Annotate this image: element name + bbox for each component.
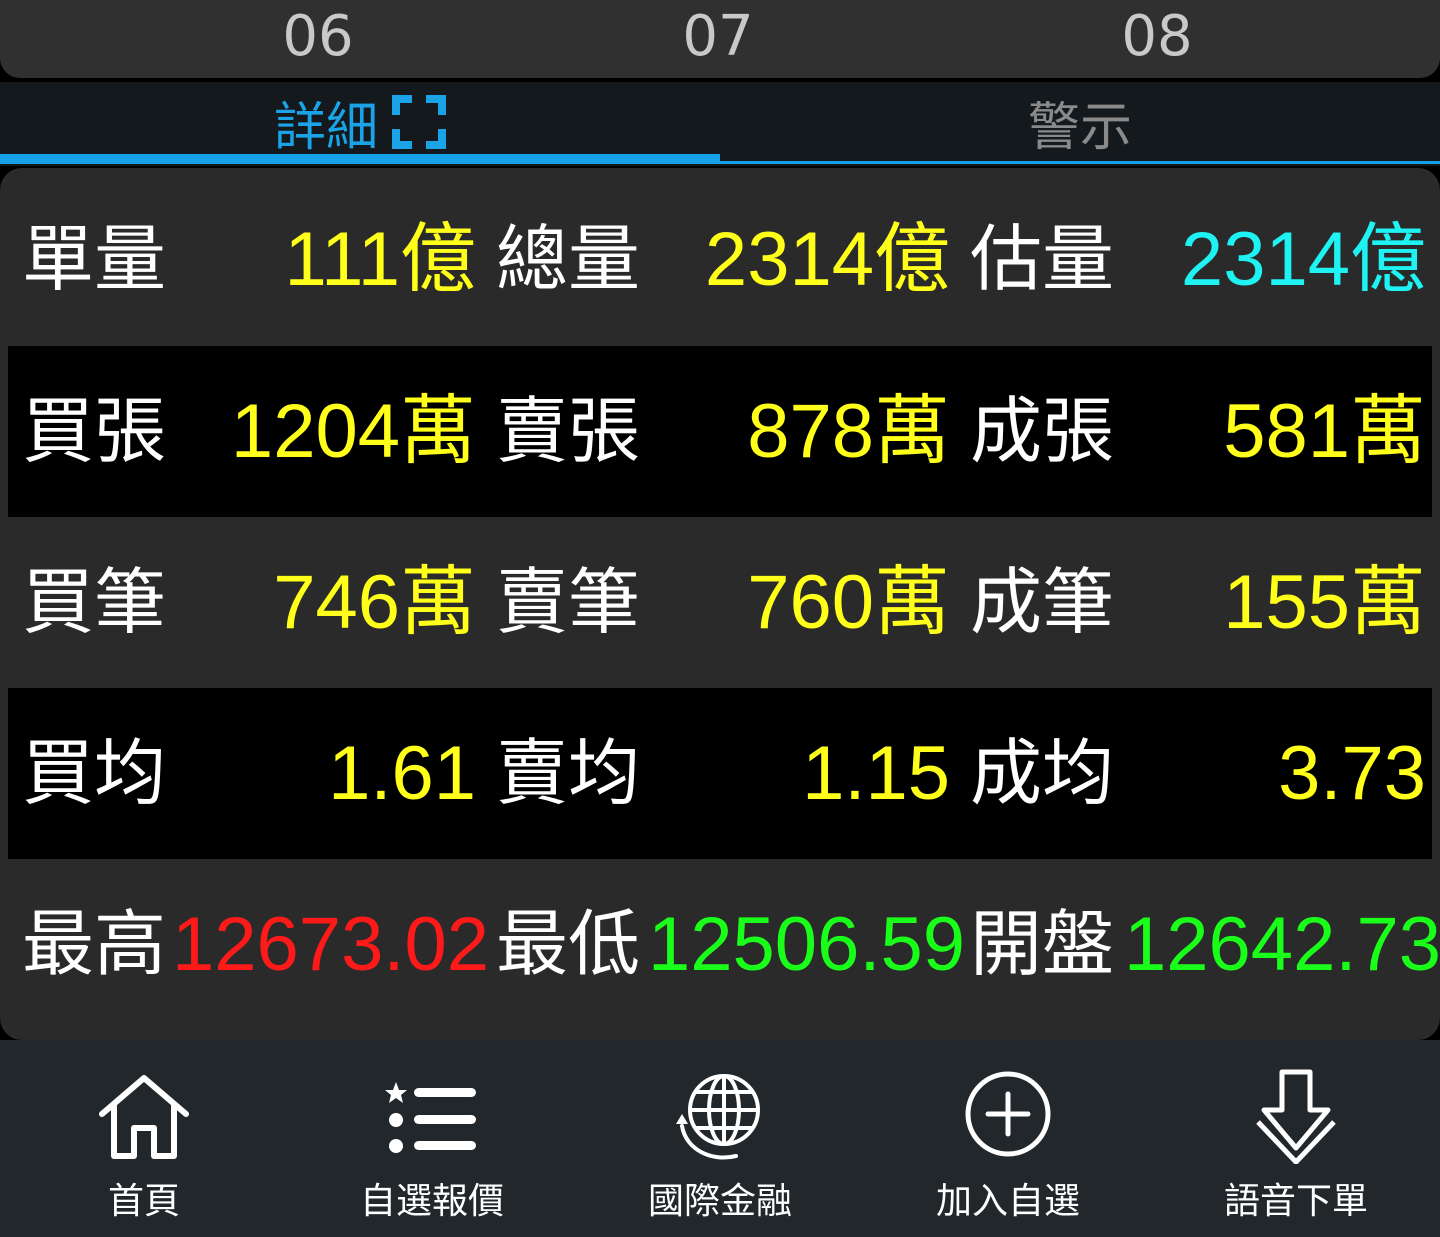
home-icon xyxy=(99,1075,189,1159)
stat-label: 賣張 xyxy=(496,389,641,473)
favorites-list-icon xyxy=(385,1082,476,1153)
stat-value: 1.61 xyxy=(328,731,476,816)
stat-label: 成筆 xyxy=(970,560,1115,644)
stats-row-volume: 單量 111億 總量 2314億 估量 2314億 xyxy=(8,174,1432,345)
tab-bar: 詳細 警示 xyxy=(0,82,1440,166)
nav-watchlist-label: 自選報價 xyxy=(359,1181,504,1222)
stat-label: 賣筆 xyxy=(496,560,641,644)
stat-value: 155萬 xyxy=(1223,560,1426,645)
stat-value-high: 12673.02 xyxy=(172,902,489,987)
stat-value: 1.15 xyxy=(802,731,950,816)
stat-value-estimate: 2314億 xyxy=(1180,217,1426,302)
nav-home[interactable]: 首頁 xyxy=(0,1040,288,1237)
download-arrow-icon xyxy=(1256,1069,1336,1164)
stat-value: 581萬 xyxy=(1223,389,1426,474)
stat-value: 1204萬 xyxy=(230,389,476,474)
stat-value: 760萬 xyxy=(747,560,950,645)
stat-value: 878萬 xyxy=(747,389,950,474)
stat-label: 賣均 xyxy=(496,731,641,815)
stat-label: 買均 xyxy=(22,731,167,815)
stat-value: 746萬 xyxy=(273,560,476,645)
stat-label: 總量 xyxy=(496,217,641,301)
stat-label: 估量 xyxy=(970,217,1115,301)
expand-icon[interactable] xyxy=(392,95,446,149)
stats-row-lots: 買張 1204萬 賣張 878萬 成張 581萬 xyxy=(8,346,1432,517)
nav-watchlist[interactable]: 自選報價 xyxy=(288,1040,576,1237)
stat-value: 2314億 xyxy=(704,217,950,302)
nav-home-label: 首頁 xyxy=(107,1181,180,1222)
nav-add-watchlist[interactable]: 加入自選 xyxy=(864,1040,1152,1237)
tab-divider xyxy=(720,161,1440,164)
tab-alert-label: 警示 xyxy=(1027,97,1132,158)
tab-detail[interactable]: 詳細 xyxy=(0,82,720,162)
stat-value-open: 12642.73 xyxy=(1124,902,1440,987)
nav-international-label: 國際金融 xyxy=(647,1181,792,1222)
stat-label: 成張 xyxy=(970,389,1115,473)
nav-add-watchlist-label: 加入自選 xyxy=(935,1181,1080,1222)
stat-label: 最高 xyxy=(22,902,167,986)
nav-voice-order[interactable]: 語音下單 xyxy=(1152,1040,1440,1237)
nav-international[interactable]: 國際金融 xyxy=(576,1040,864,1237)
stat-label: 成均 xyxy=(970,731,1115,815)
nav-voice-order-label: 語音下單 xyxy=(1223,1181,1368,1222)
stats-row-orders: 買筆 746萬 賣筆 760萬 成筆 155萬 xyxy=(8,517,1432,688)
tab-active-indicator xyxy=(0,154,720,164)
detail-panel: 單量 111億 總量 2314億 估量 2314億 買張 1204萬 賣張 87… xyxy=(0,168,1440,1040)
stat-label: 最低 xyxy=(496,902,641,986)
stat-label: 開盤 xyxy=(970,902,1115,986)
stat-value-low: 12506.59 xyxy=(648,902,965,987)
month-selector: 06 07 08 xyxy=(0,0,1440,78)
bottom-navigation: 首頁 自選報價 國際金融 加入自選 語音下單 xyxy=(0,1040,1440,1237)
month-tab-08[interactable]: 08 xyxy=(1121,2,1192,72)
stats-row-averages: 買均 1.61 賣均 1.15 成均 3.73 xyxy=(8,688,1432,859)
month-tab-06[interactable]: 06 xyxy=(282,2,353,72)
month-tab-07[interactable]: 07 xyxy=(682,2,753,72)
globe-icon xyxy=(676,1074,760,1160)
stats-row-prices: 最高 12673.02 最低 12506.59 開盤 12642.73 xyxy=(8,859,1440,1030)
add-circle-icon xyxy=(965,1071,1051,1157)
stat-label: 買張 xyxy=(22,389,167,473)
stat-label: 單量 xyxy=(22,217,167,301)
stat-label: 買筆 xyxy=(22,560,167,644)
stat-value: 3.73 xyxy=(1278,731,1426,816)
tab-detail-label: 詳細 xyxy=(273,97,378,158)
stat-value: 111億 xyxy=(284,217,476,302)
tab-alert[interactable]: 警示 xyxy=(720,82,1440,162)
